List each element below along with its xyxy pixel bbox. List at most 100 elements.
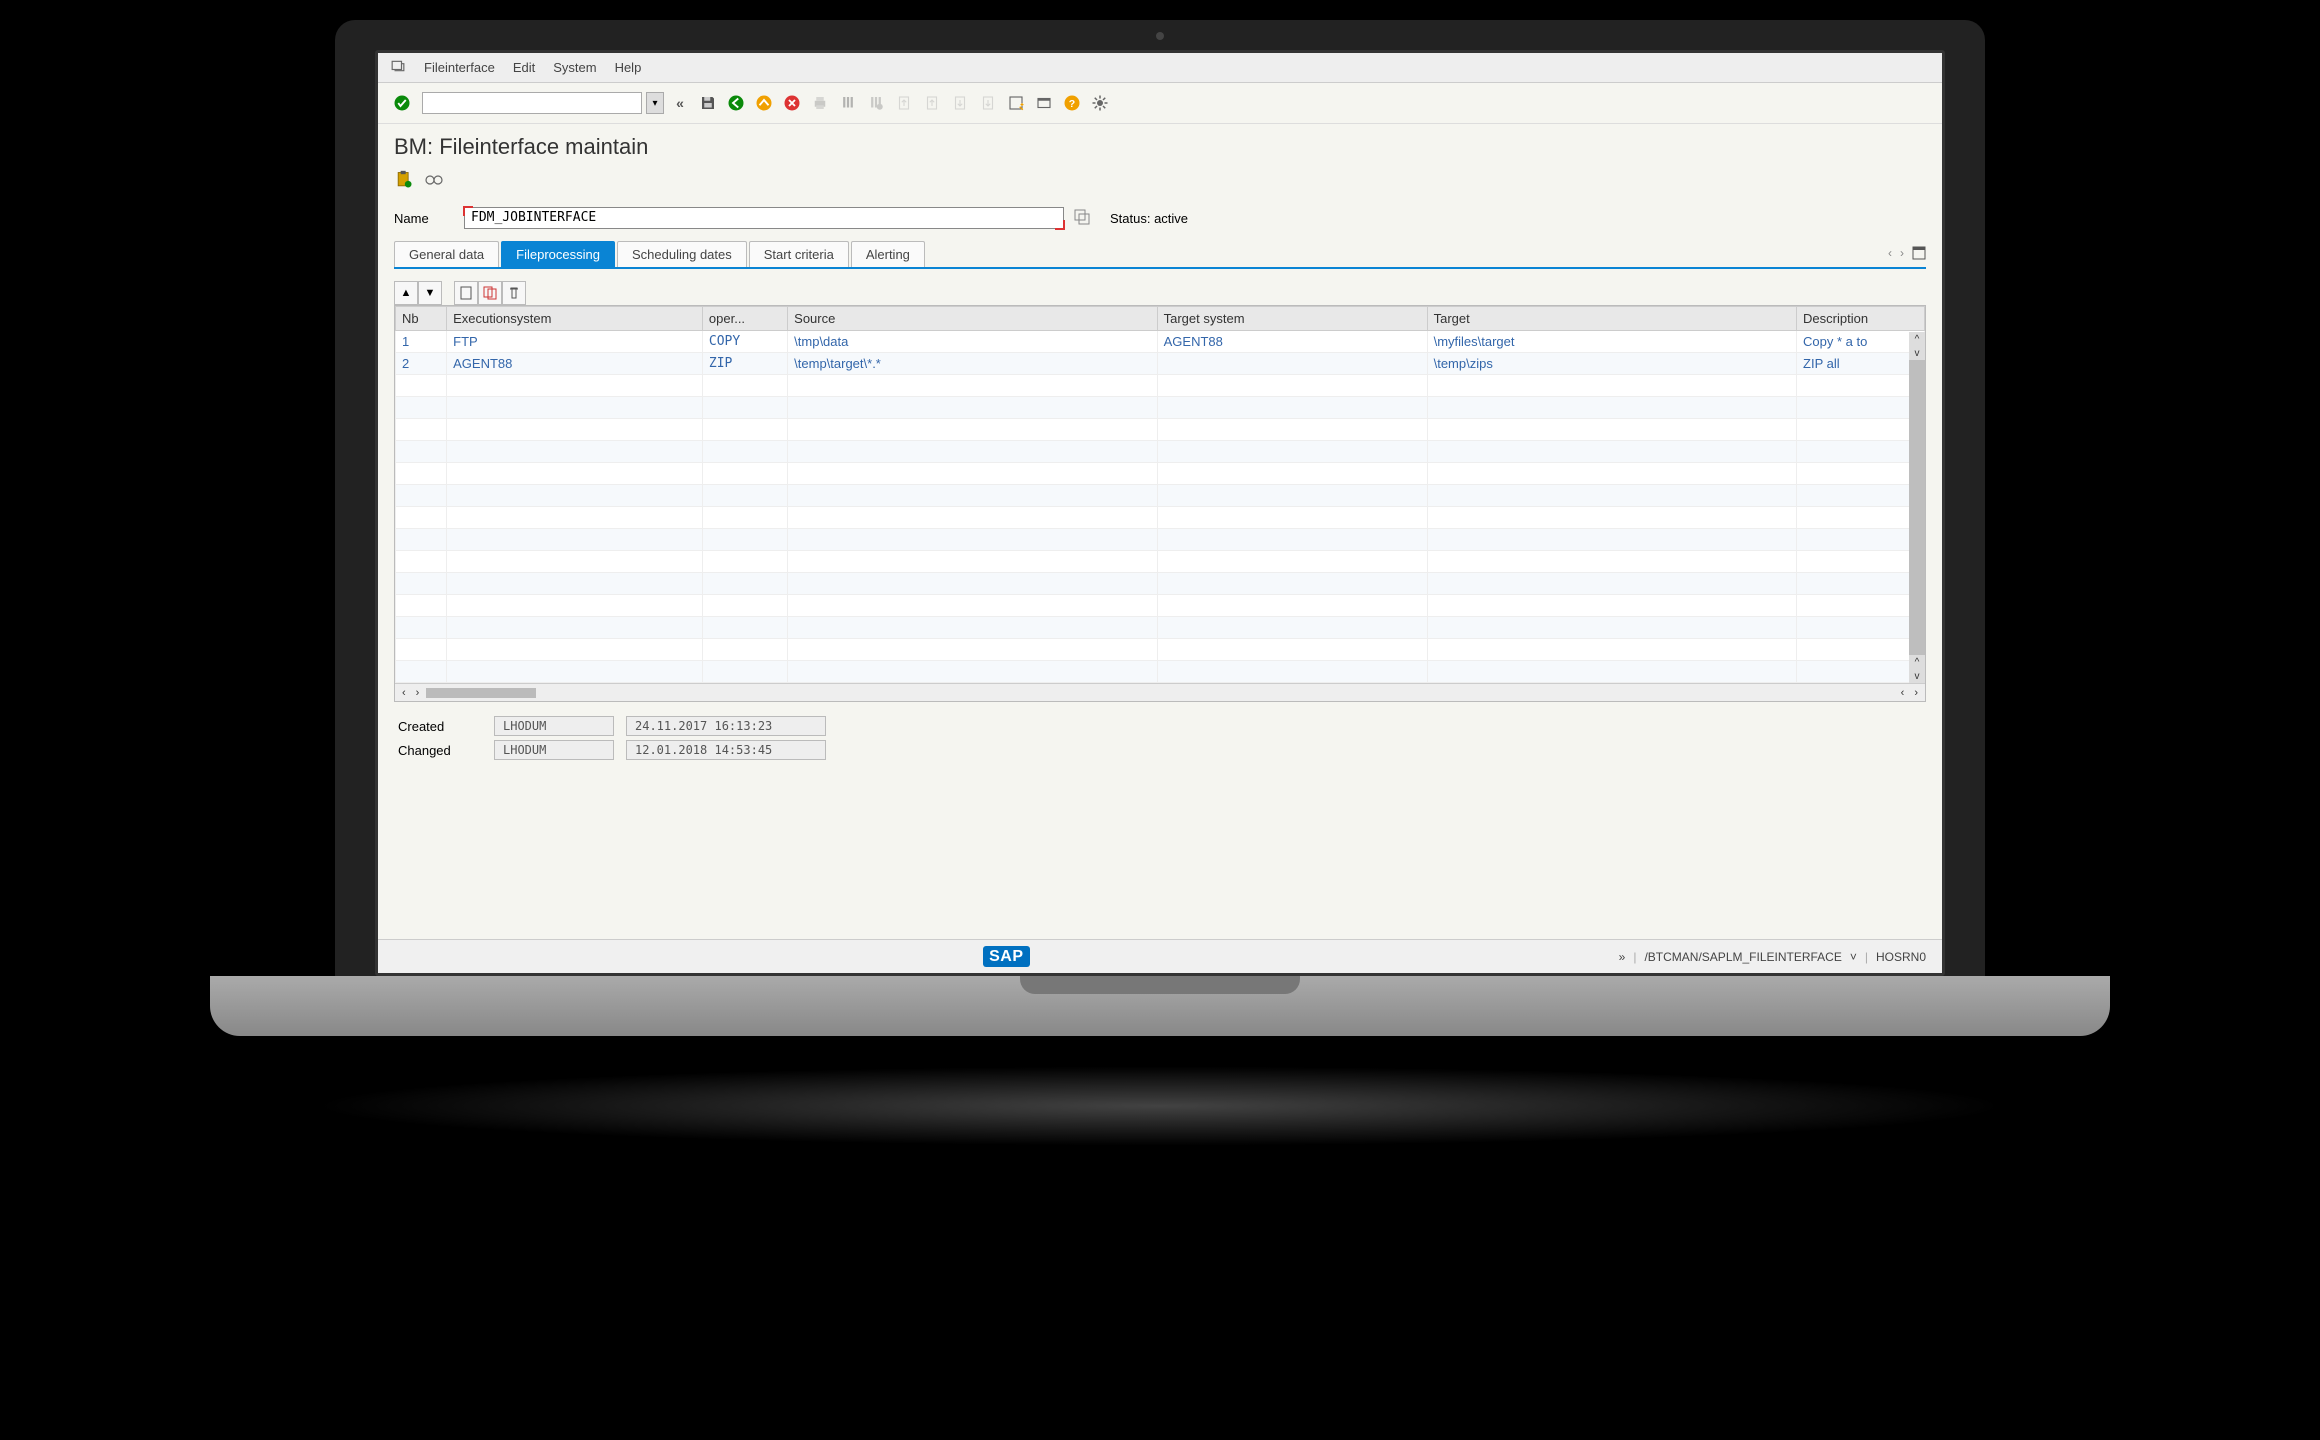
table-row-empty[interactable] <box>396 397 1925 419</box>
new-row-icon[interactable] <box>454 281 478 305</box>
table-row-empty[interactable] <box>396 507 1925 529</box>
cell[interactable]: ZIP <box>702 353 787 375</box>
cell[interactable]: 2 <box>396 353 447 375</box>
scroll-down-icon[interactable]: v <box>1909 346 1925 360</box>
col-description[interactable]: Description <box>1797 307 1925 331</box>
created-user: LHODUM <box>494 716 614 736</box>
main-toolbar: ▾ « ? <box>378 83 1942 124</box>
command-dropdown[interactable]: ▾ <box>646 92 664 114</box>
scroll-up-icon[interactable]: ^ <box>1909 332 1925 346</box>
tab-next-icon[interactable]: › <box>1900 246 1904 263</box>
tab-fileprocessing[interactable]: Fileprocessing <box>501 241 615 267</box>
cell[interactable]: AGENT88 <box>1157 331 1427 353</box>
page-first-icon[interactable] <box>892 91 916 115</box>
table-row-empty[interactable] <box>396 441 1925 463</box>
table-row[interactable]: 1FTPCOPY\tmp\dataAGENT88\myfiles\targetC… <box>396 331 1925 353</box>
fileprocessing-grid: Nb Executionsystem oper... Source Target… <box>394 305 1926 702</box>
new-mode-icon[interactable] <box>1004 91 1028 115</box>
cell[interactable]: \temp\target\*.* <box>788 353 1157 375</box>
ok-icon[interactable] <box>390 91 414 115</box>
vertical-scrollbar[interactable]: ^ v ^ v <box>1909 332 1925 683</box>
cell[interactable]: Copy * a to <box>1797 331 1925 353</box>
hscroll-right-icon[interactable]: › <box>413 687 423 699</box>
cell[interactable]: \temp\zips <box>1427 353 1796 375</box>
shortcut-icon[interactable] <box>1032 91 1056 115</box>
menu-edit[interactable]: Edit <box>513 60 535 75</box>
help-icon[interactable]: ? <box>1060 91 1084 115</box>
col-oper[interactable]: oper... <box>702 307 787 331</box>
table-row-empty[interactable] <box>396 573 1925 595</box>
settings-icon[interactable] <box>1088 91 1112 115</box>
svg-text:?: ? <box>1069 98 1075 110</box>
table-row-empty[interactable] <box>396 529 1925 551</box>
table-row-empty[interactable] <box>396 375 1925 397</box>
find-next-icon[interactable] <box>864 91 888 115</box>
col-executionsystem[interactable]: Executionsystem <box>447 307 703 331</box>
tab-start-criteria[interactable]: Start criteria <box>749 241 849 267</box>
table-row-empty[interactable] <box>396 661 1925 683</box>
col-target-system[interactable]: Target system <box>1157 307 1427 331</box>
table-row-empty[interactable] <box>396 551 1925 573</box>
page-last-icon[interactable] <box>976 91 1000 115</box>
scroll-up2-icon[interactable]: ^ <box>1909 655 1925 669</box>
delete-row-icon[interactable] <box>502 281 526 305</box>
tab-scheduling-dates[interactable]: Scheduling dates <box>617 241 747 267</box>
back-icon[interactable]: « <box>668 91 692 115</box>
col-source[interactable]: Source <box>788 307 1157 331</box>
col-target[interactable]: Target <box>1427 307 1796 331</box>
cell[interactable]: ZIP all <box>1797 353 1925 375</box>
table-row[interactable]: 2AGENT88ZIP\temp\target\*.* \temp\zipsZIP… <box>396 353 1925 375</box>
cell[interactable]: FTP <box>447 331 703 353</box>
name-input[interactable]: FDM_JOBINTERFACE <box>464 207 1064 229</box>
horizontal-scrollbar[interactable]: ‹ › ‹ › <box>395 683 1925 701</box>
table-row-empty[interactable] <box>396 617 1925 639</box>
cancel-icon[interactable] <box>780 91 804 115</box>
command-field[interactable] <box>422 92 642 114</box>
page-next-icon[interactable] <box>948 91 972 115</box>
paste-icon[interactable] <box>394 170 414 193</box>
menu-help[interactable]: Help <box>615 60 642 75</box>
cell[interactable]: \myfiles\target <box>1427 331 1796 353</box>
print-icon[interactable] <box>808 91 832 115</box>
hscroll-thumb[interactable] <box>426 688 536 698</box>
table-row-empty[interactable] <box>396 485 1925 507</box>
search-help-icon[interactable] <box>1074 209 1090 228</box>
tab-expand-icon[interactable] <box>1912 246 1926 263</box>
table-row-empty[interactable] <box>396 595 1925 617</box>
statusbar-dropdown-icon[interactable]: ˅ <box>1850 950 1857 964</box>
cell[interactable]: AGENT88 <box>447 353 703 375</box>
cell[interactable]: COPY <box>702 331 787 353</box>
nav-up-icon[interactable] <box>752 91 776 115</box>
page-prev-icon[interactable] <box>920 91 944 115</box>
changed-timestamp: 12.01.2018 14:53:45 <box>626 740 826 760</box>
hscroll-left2-icon[interactable]: ‹ <box>1898 687 1908 699</box>
table-row-empty[interactable] <box>396 639 1925 661</box>
statusbar-more[interactable]: » <box>1619 950 1626 964</box>
menu-fileinterface[interactable]: Fileinterface <box>424 60 495 75</box>
menu-system[interactable]: System <box>553 60 596 75</box>
changed-user: LHODUM <box>494 740 614 760</box>
name-label: Name <box>394 211 454 226</box>
save-icon[interactable] <box>696 91 720 115</box>
move-down-button[interactable]: ▼ <box>418 281 442 305</box>
statusbar-transaction[interactable]: /BTCMAN/SAPLM_FILEINTERFACE <box>1644 950 1841 964</box>
cell[interactable]: 1 <box>396 331 447 353</box>
copy-row-icon[interactable] <box>478 281 502 305</box>
cell[interactable] <box>1157 353 1427 375</box>
status-label: Status: active <box>1110 211 1188 226</box>
move-up-button[interactable]: ▲ <box>394 281 418 305</box>
hscroll-right2-icon[interactable]: › <box>1911 687 1921 699</box>
find-icon[interactable] <box>836 91 860 115</box>
tab-prev-icon[interactable]: ‹ <box>1888 246 1892 263</box>
nav-left-icon[interactable] <box>724 91 748 115</box>
table-row-empty[interactable] <box>396 419 1925 441</box>
tab-general-data[interactable]: General data <box>394 241 499 267</box>
table-row-empty[interactable] <box>396 463 1925 485</box>
menu-session-icon[interactable] <box>390 59 406 76</box>
tab-alerting[interactable]: Alerting <box>851 241 925 267</box>
hscroll-left-icon[interactable]: ‹ <box>399 687 409 699</box>
col-nb[interactable]: Nb <box>396 307 447 331</box>
cell[interactable]: \tmp\data <box>788 331 1157 353</box>
display-icon[interactable] <box>424 172 444 191</box>
scroll-down2-icon[interactable]: v <box>1909 669 1925 683</box>
